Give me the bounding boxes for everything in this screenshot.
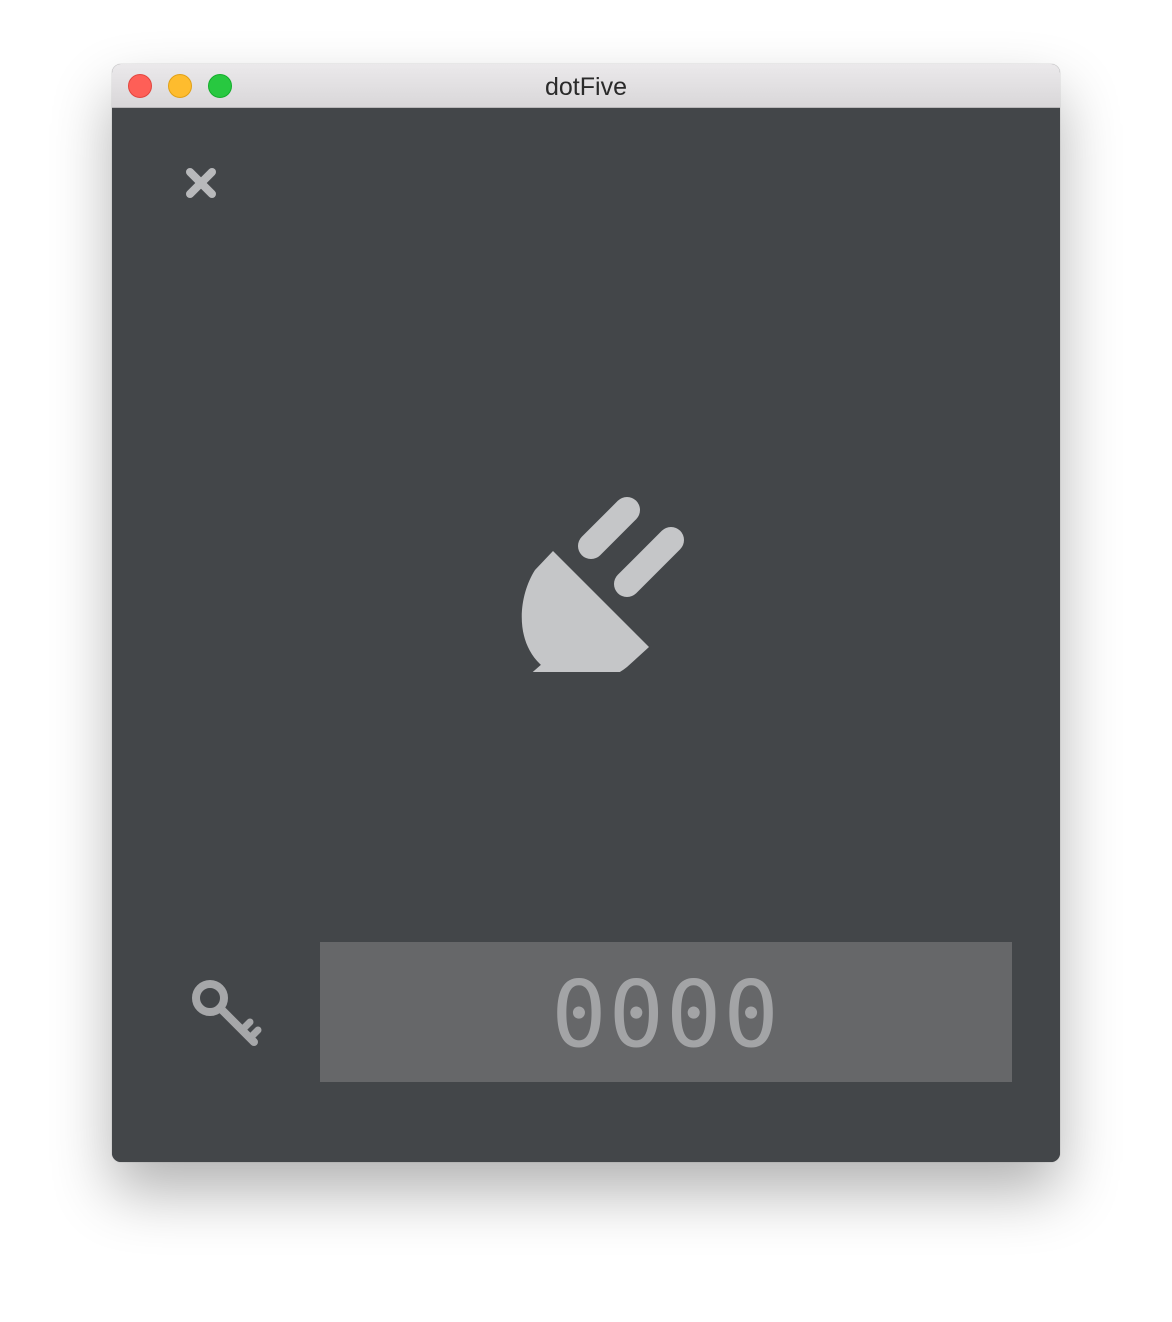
window-title: dotFive [545, 73, 627, 101]
pin-field[interactable]: 0000 [320, 942, 1012, 1082]
main-content: 0000 [112, 108, 1060, 1162]
plug-icon [487, 472, 687, 730]
key-icon [190, 978, 266, 1054]
pin-code-value: 0000 [551, 961, 781, 1068]
title-bar[interactable]: dotFive [112, 64, 1060, 108]
app-window: dotFive 0000 [112, 64, 1060, 1162]
close-icon[interactable] [184, 166, 218, 200]
